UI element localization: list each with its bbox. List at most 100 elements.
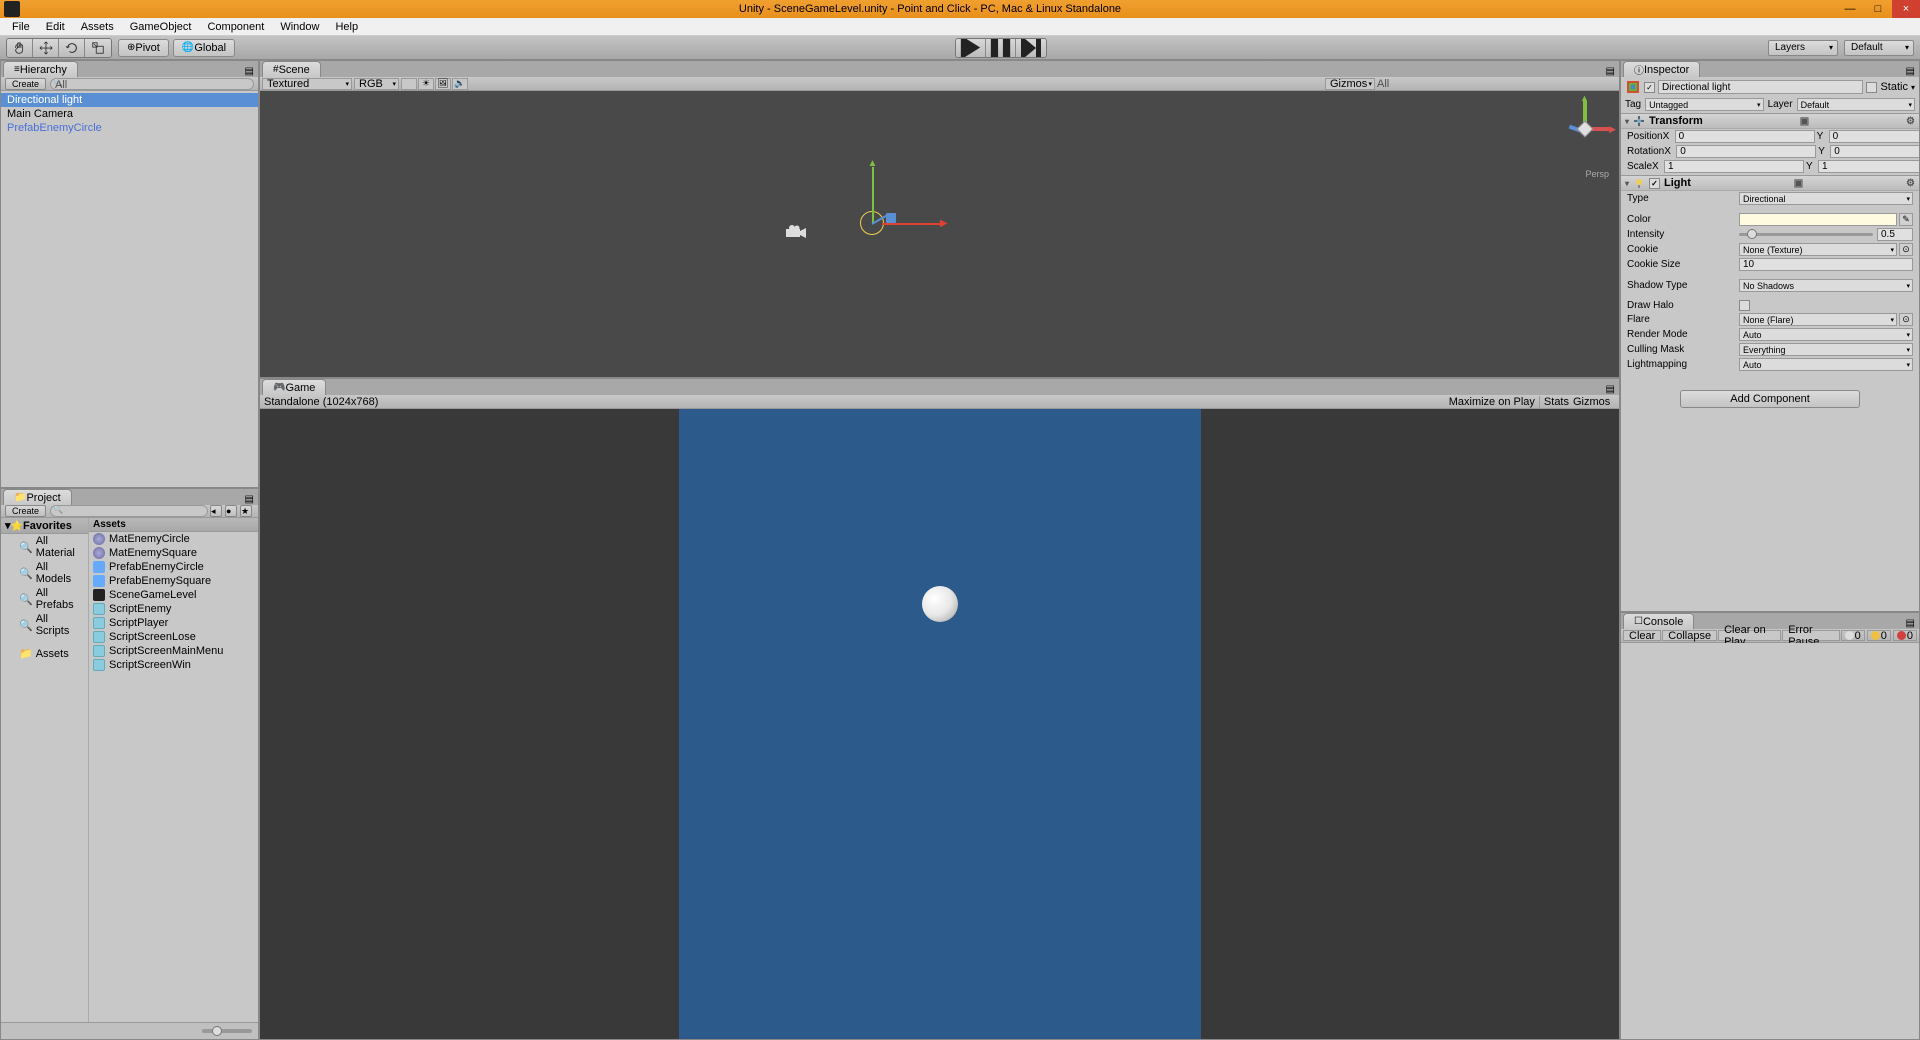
game-maximize-toggle[interactable]: Maximize on Play [1445,396,1539,408]
project-search-input[interactable] [50,505,208,517]
move-tool-button[interactable] [33,39,59,57]
cookie-size-input[interactable] [1739,258,1913,271]
static-checkbox[interactable] [1866,82,1877,93]
project-options-icon[interactable]: ▤ [245,494,254,505]
rotate-tool-button[interactable] [59,39,85,57]
favorite-item[interactable]: 🔍All Prefabs [1,586,88,612]
console-clear-on-play-button[interactable]: Clear on Play [1718,630,1781,641]
window-maximize-button[interactable]: □ [1864,0,1892,18]
gameobject-name-input[interactable] [1658,80,1863,94]
step-button[interactable] [1016,39,1046,57]
render-mode-dropdown[interactable]: Auto [1739,328,1913,341]
intensity-input[interactable] [1877,228,1913,241]
scene-fx-toggle[interactable]: 🔊 [452,78,468,90]
scene-search-input[interactable]: All [1377,78,1617,90]
favorite-item[interactable]: 🔍All Models [1,560,88,586]
game-stats-toggle[interactable]: Stats [1539,396,1573,408]
project-create-button[interactable]: Create [5,505,46,517]
game-options-icon[interactable]: ▤ [1606,384,1615,395]
console-error-count[interactable]: 0 [1893,630,1917,641]
color-picker-button[interactable]: ✎ [1899,213,1913,226]
hierarchy-options-icon[interactable]: ▤ [245,66,254,77]
menu-help[interactable]: Help [327,19,366,35]
intensity-slider[interactable] [1739,233,1873,236]
gameobject-active-checkbox[interactable]: ✓ [1644,82,1655,93]
scene-gizmos-dropdown[interactable]: Gizmos [1325,78,1375,90]
rotation-y-input[interactable] [1830,145,1919,158]
rotation-x-input[interactable] [1676,145,1816,158]
scene-shading-dropdown[interactable]: Textured [262,78,352,90]
console-collapse-button[interactable]: Collapse [1662,630,1717,641]
component-help-icon[interactable]: ▣ [1794,178,1803,189]
project-thumbnail-size-slider[interactable] [202,1029,252,1033]
game-viewport[interactable] [260,409,1619,1039]
culling-mask-dropdown[interactable]: Everything [1739,343,1913,356]
light-type-dropdown[interactable]: Directional [1739,192,1913,205]
project-tab[interactable]: 📁 Project [3,489,72,505]
pause-button[interactable] [986,39,1016,57]
cookie-picker-button[interactable]: ⊙ [1899,243,1913,256]
console-clear-button[interactable]: Clear [1623,630,1661,641]
menu-gameobject[interactable]: GameObject [122,19,200,35]
scene-audio-toggle[interactable]: 🖼 [435,78,451,90]
menu-edit[interactable]: Edit [38,19,73,35]
hierarchy-item[interactable]: Directional light [1,93,258,107]
game-gizmos-dropdown[interactable]: Gizmos [1573,396,1615,408]
draw-halo-checkbox[interactable] [1739,300,1750,311]
console-tab[interactable]: ☐ Console [1623,613,1694,629]
layer-dropdown[interactable]: Default [1797,98,1915,111]
inspector-tab[interactable]: ⓘ Inspector [1623,61,1700,77]
position-x-input[interactable] [1675,130,1815,143]
game-aspect-dropdown[interactable]: Standalone (1024x768) [264,396,384,408]
window-minimize-button[interactable]: — [1836,0,1864,18]
asset-item[interactable]: ScriptScreenMainMenu [89,644,258,658]
global-toggle[interactable]: 🌐 Global [173,39,235,57]
project-folders[interactable]: ▾⭐Favorites 🔍All Material 🔍All Models 🔍A… [1,518,89,1022]
hierarchy-item[interactable]: Main Camera [1,107,258,121]
add-component-button[interactable]: Add Component [1680,390,1860,408]
camera-gizmo-icon[interactable] [784,225,808,241]
inspector-options-icon[interactable]: ▤ [1906,66,1915,77]
light-enabled-checkbox[interactable]: ✓ [1649,178,1660,189]
favorite-item[interactable]: 🔍All Material [1,534,88,560]
component-help-icon[interactable]: ▣ [1800,116,1809,127]
scene-2d-toggle[interactable] [401,78,417,90]
lightmapping-dropdown[interactable]: Auto [1739,358,1913,371]
asset-item[interactable]: MatEnemyCircle [89,532,258,546]
console-options-icon[interactable]: ▤ [1906,618,1915,629]
console-error-pause-button[interactable]: Error Pause [1782,630,1839,641]
tag-dropdown[interactable]: Untagged [1645,98,1763,111]
layers-dropdown[interactable]: Layers [1768,40,1838,56]
asset-item[interactable]: ScriptScreenWin [89,658,258,672]
hierarchy-tab[interactable]: ≡ Hierarchy [3,61,78,77]
scale-x-input[interactable] [1664,160,1804,173]
shadow-type-dropdown[interactable]: No Shadows [1739,279,1913,292]
menu-file[interactable]: File [4,19,38,35]
scene-light-toggle[interactable]: ☀ [418,78,434,90]
hierarchy-item[interactable]: PrefabEnemyCircle [1,121,258,135]
asset-item[interactable]: ScriptScreenLose [89,630,258,644]
scene-persp-label[interactable]: Persp [1585,169,1609,179]
flare-field[interactable]: None (Flare) [1739,313,1897,326]
position-y-input[interactable] [1829,130,1919,143]
component-gear-icon[interactable]: ⚙ [1906,116,1915,127]
asset-item[interactable]: SceneGameLevel [89,588,258,602]
hierarchy-create-button[interactable]: Create [5,78,46,90]
transform-component-header[interactable]: ▾ Transform ▣ ⚙ [1621,113,1919,129]
scale-tool-button[interactable] [85,39,111,57]
project-assets-list[interactable]: Assets MatEnemyCircle MatEnemySquare Pre… [89,518,258,1022]
scale-y-input[interactable] [1818,160,1919,173]
favorite-item[interactable]: 🔍All Scripts [1,612,88,638]
project-filter-button[interactable]: ● [225,505,237,517]
asset-item[interactable]: PrefabEnemySquare [89,574,258,588]
console-warn-count[interactable]: 0 [1867,630,1891,641]
pivot-toggle[interactable]: ⊕ Pivot [118,39,169,57]
assets-folder[interactable]: 📁Assets [1,646,88,661]
scene-options-icon[interactable]: ▤ [1606,66,1615,77]
console-info-count[interactable]: 0 [1841,630,1865,641]
layout-dropdown[interactable]: Default [1844,40,1914,56]
play-button[interactable] [956,39,986,57]
static-dropdown-arrow[interactable]: ▾ [1911,83,1915,92]
menu-component[interactable]: Component [199,19,272,35]
asset-item[interactable]: ScriptPlayer [89,616,258,630]
